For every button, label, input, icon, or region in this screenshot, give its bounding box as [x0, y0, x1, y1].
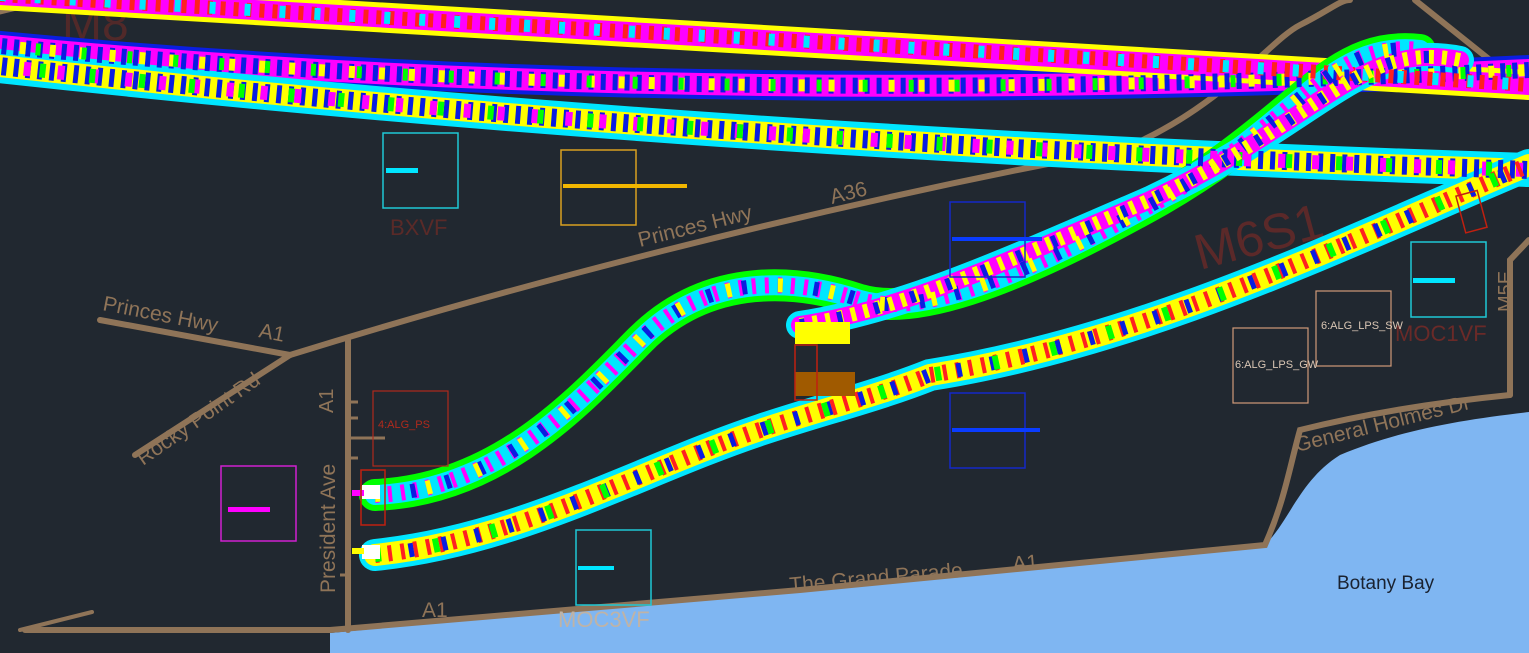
facility-bar-yellow [563, 184, 687, 188]
label-alg-lps-gw: 6:ALG_LPS_GW [1235, 359, 1319, 371]
road-label-a1-bottom: A1 [422, 599, 448, 622]
label-alg-lps-sw: 6:ALG_LPS_SW [1321, 320, 1404, 332]
facility-bar-moc1vf [1413, 278, 1455, 283]
road-general-holmes-dr [1507, 237, 1529, 398]
facility-bar-blue-upper [952, 237, 1042, 241]
facility-bar-blue-lower [952, 428, 1040, 432]
facility-bar-magenta [228, 507, 270, 512]
label-bxvf: BXVF [390, 215, 447, 240]
label-moc3vf: MOC3VF [558, 607, 650, 632]
map-canvas[interactable]: M8 M6S1 BXVF MOC3VF MOC1VF M5E 4:ALG_PS … [0, 0, 1529, 653]
road-label-a1-left: A1 [257, 319, 287, 346]
road-label-a1-vertical: A1 [316, 389, 338, 413]
road-label-rocky-point-rd: Rocky Point Rd [133, 368, 265, 470]
facility-box-magenta[interactable] [220, 465, 297, 542]
road-label-president-ave: President Ave [317, 464, 340, 593]
label-botany-bay: Botany Bay [1337, 573, 1435, 594]
road-label-a1-parade: A1 [1011, 551, 1039, 576]
label-moc1vf: MOC1VF [1395, 321, 1487, 346]
facility-bar-moc3vf [578, 566, 614, 570]
label-alg-ps: 4:ALG_PS [378, 419, 430, 431]
facility-bar-bxvf [386, 168, 418, 173]
label-m5e: M5E [1495, 271, 1517, 312]
